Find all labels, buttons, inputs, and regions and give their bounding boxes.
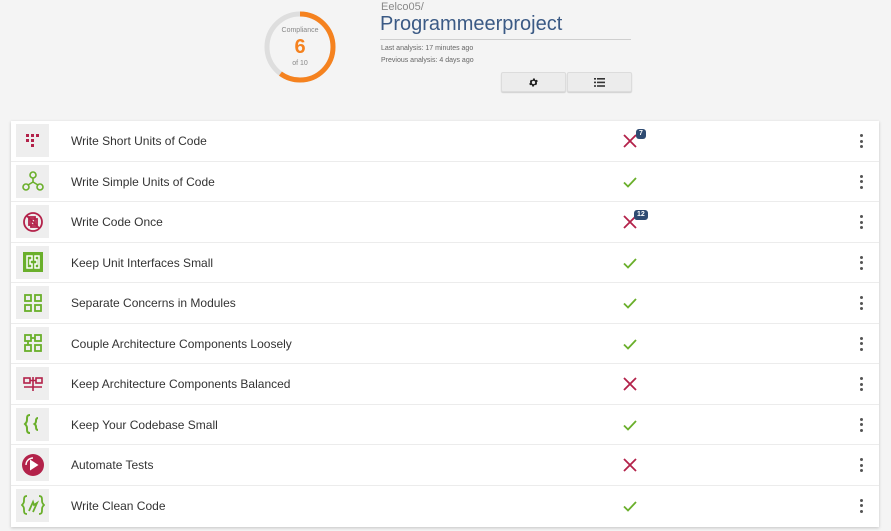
pass-icon bbox=[623, 298, 637, 309]
guideline-row[interactable]: Write Clean Code bbox=[11, 486, 879, 527]
violation-count-badge: 12 bbox=[634, 210, 648, 220]
last-analysis-text: Last analysis: 17 minutes ago bbox=[381, 45, 474, 52]
previous-analysis-text: Previous analysis: 4 days ago bbox=[381, 57, 474, 64]
row-menu-button[interactable] bbox=[857, 134, 865, 148]
short-units-icon bbox=[16, 124, 49, 157]
row-menu-button[interactable] bbox=[857, 174, 865, 189]
fail-icon bbox=[623, 377, 637, 391]
row-menu-button[interactable] bbox=[857, 458, 865, 472]
pass-icon bbox=[623, 500, 637, 512]
row-menu-button[interactable] bbox=[857, 498, 865, 513]
guideline-row[interactable]: Couple Architecture Components Loosely bbox=[11, 324, 879, 364]
row-menu-button[interactable] bbox=[857, 296, 865, 310]
row-menu-button[interactable] bbox=[857, 336, 865, 351]
guideline-label[interactable]: Keep Architecture Components Balanced bbox=[71, 377, 290, 391]
fail-icon bbox=[623, 458, 637, 472]
gear-icon bbox=[529, 77, 538, 87]
automate-tests-icon bbox=[16, 448, 49, 481]
guideline-label[interactable]: Write Code Once bbox=[71, 215, 163, 229]
unit-interfaces-icon bbox=[16, 245, 49, 279]
code-once-icon bbox=[16, 205, 49, 238]
pass-icon bbox=[623, 338, 637, 350]
compliance-label: Compliance bbox=[281, 27, 319, 34]
guideline-row[interactable]: Write Simple Units of Code bbox=[11, 162, 879, 202]
violation-count-badge: 7 bbox=[636, 129, 646, 139]
row-menu-button[interactable] bbox=[857, 417, 865, 432]
guideline-row[interactable]: Keep Unit Interfaces Small bbox=[11, 243, 879, 283]
pass-icon bbox=[623, 257, 637, 269]
guideline-label[interactable]: Couple Architecture Components Loosely bbox=[71, 337, 292, 351]
guidelines-panel: Write Short Units of Code 7 Write Simple… bbox=[11, 121, 879, 527]
guideline-row[interactable]: Keep Architecture Components Balanced bbox=[11, 364, 879, 405]
row-menu-button[interactable] bbox=[857, 215, 865, 229]
row-menu-button[interactable] bbox=[857, 255, 865, 270]
guideline-label[interactable]: Keep Your Codebase Small bbox=[71, 418, 218, 432]
simple-units-icon bbox=[16, 164, 49, 198]
guideline-label[interactable]: Keep Unit Interfaces Small bbox=[71, 256, 213, 270]
clean-code-icon bbox=[16, 488, 49, 522]
guideline-label[interactable]: Write Clean Code bbox=[71, 499, 166, 513]
guideline-row[interactable]: Separate Concerns in Modules bbox=[11, 283, 879, 324]
guideline-label[interactable]: Write Simple Units of Code bbox=[71, 175, 215, 189]
list-icon bbox=[594, 77, 605, 87]
guideline-row[interactable]: Automate Tests bbox=[11, 445, 879, 486]
modules-icon bbox=[16, 286, 49, 319]
guideline-row[interactable]: Write Short Units of Code 7 bbox=[11, 121, 879, 162]
settings-button[interactable] bbox=[501, 72, 566, 92]
row-menu-button[interactable] bbox=[857, 377, 865, 391]
pass-icon bbox=[623, 419, 637, 431]
components-balanced-icon bbox=[16, 367, 49, 400]
guideline-label[interactable]: Write Short Units of Code bbox=[71, 134, 207, 148]
components-loose-icon bbox=[16, 326, 49, 360]
list-view-button[interactable] bbox=[567, 72, 632, 92]
page-title: Programmeerproject bbox=[380, 13, 563, 35]
pass-icon bbox=[623, 176, 637, 188]
guideline-label[interactable]: Separate Concerns in Modules bbox=[71, 296, 236, 310]
guideline-label[interactable]: Automate Tests bbox=[71, 458, 154, 472]
codebase-small-icon bbox=[16, 407, 49, 441]
guideline-row[interactable]: Keep Your Codebase Small bbox=[11, 405, 879, 445]
title-divider bbox=[380, 39, 631, 40]
compliance-gauge: Compliance 6 of 10 bbox=[264, 11, 336, 83]
guideline-row[interactable]: Write Code Once 12 bbox=[11, 202, 879, 243]
compliance-total: of 10 bbox=[292, 60, 308, 67]
compliance-score: 6 bbox=[294, 36, 306, 58]
project-owner-link[interactable]: Eelco05/ bbox=[381, 1, 424, 13]
